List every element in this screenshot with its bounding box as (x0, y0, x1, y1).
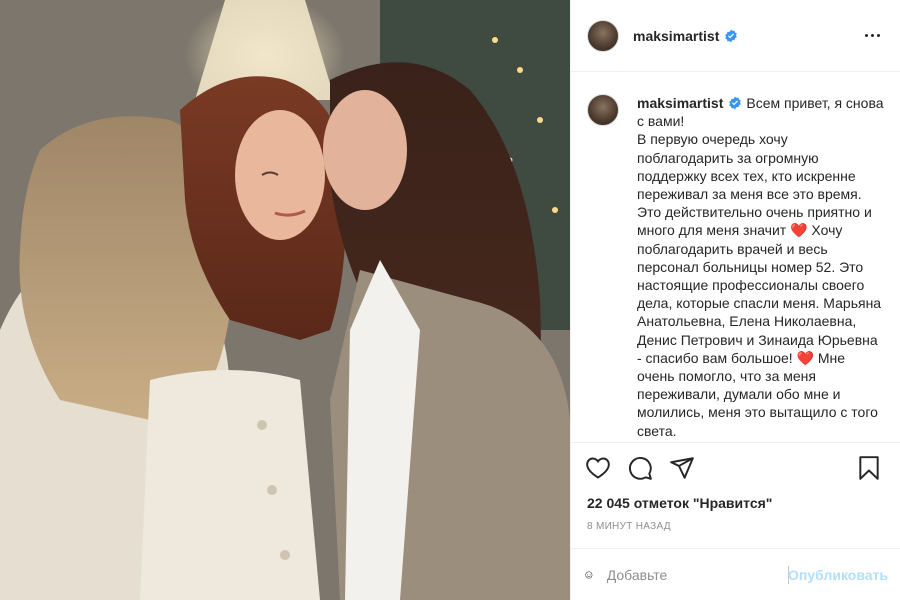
header-username[interactable]: maksimartist (633, 28, 719, 44)
mother-face (235, 110, 325, 240)
cardigan (140, 370, 320, 600)
verified-badge-icon (725, 29, 738, 42)
caption-avatar[interactable] (587, 94, 619, 126)
more-options-icon[interactable] (860, 24, 884, 48)
caption-text: Всем привет, я снова с вами! В первую оч… (637, 95, 884, 442)
emoji-icon[interactable] (585, 562, 593, 588)
share-icon[interactable] (669, 455, 695, 481)
likes-count[interactable]: 22 045 отметок "Нравится" (571, 492, 900, 514)
post-photo[interactable] (0, 0, 570, 600)
post-header: maksimartist (571, 0, 900, 72)
post-timestamp[interactable]: 8 МИНУТ НАЗАД (571, 514, 900, 548)
instagram-post: maksimartist maksimartist Всем привет, я … (0, 0, 900, 600)
photo-illustration (0, 0, 570, 600)
publish-button[interactable]: Опубликовать (788, 567, 888, 583)
caption: maksimartist Всем привет, я снова с вами!… (637, 94, 884, 442)
avatar[interactable] (587, 19, 619, 52)
comment-bar: Опубликовать (571, 548, 900, 600)
dark-haired-girl-face (323, 90, 407, 210)
action-bar (571, 442, 900, 492)
comment-input[interactable] (606, 566, 788, 583)
heart-icon[interactable] (585, 455, 611, 481)
post-sidebar: maksimartist maksimartist Всем привет, я … (570, 0, 900, 600)
bookmark-icon[interactable] (856, 455, 882, 481)
caption-username[interactable]: maksimartist (637, 95, 723, 111)
comment-icon[interactable] (627, 455, 653, 481)
caption-section: maksimartist Всем привет, я снова с вами!… (571, 72, 900, 442)
verified-badge-icon (729, 96, 742, 110)
